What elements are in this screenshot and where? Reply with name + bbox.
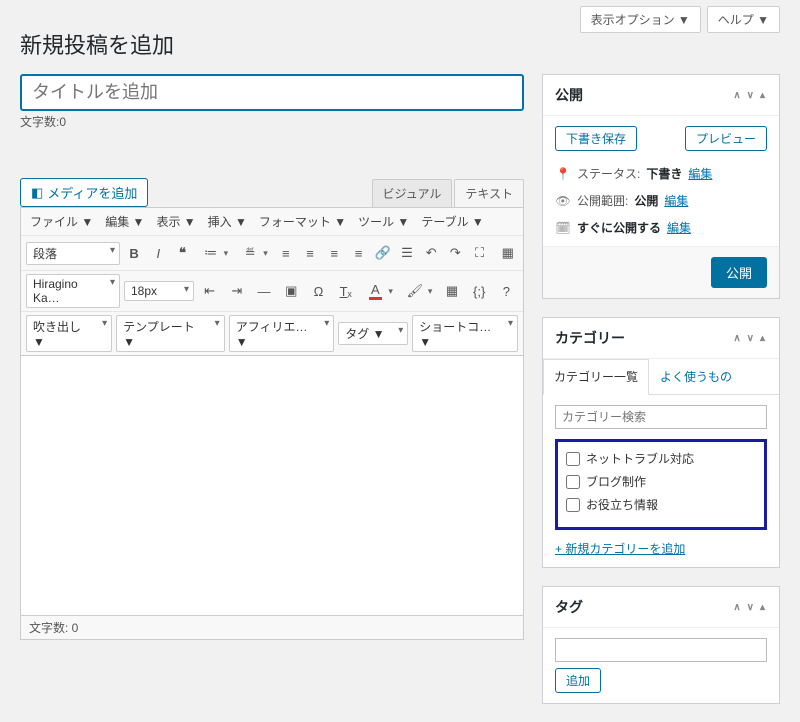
panel-toggle-icon[interactable]: ▴ bbox=[758, 88, 767, 103]
menu-tools[interactable]: ツール ▼ bbox=[354, 211, 413, 232]
word-count-top: 文字数:0 bbox=[20, 113, 524, 130]
shortcode-select[interactable]: ショートコ…▼ bbox=[412, 315, 518, 352]
format-select[interactable]: 段落 bbox=[26, 242, 120, 265]
category-item[interactable]: お役立ち情報 bbox=[566, 496, 756, 513]
category-label: お役立ち情報 bbox=[586, 496, 658, 513]
text-color-button[interactable]: A▾ bbox=[361, 277, 397, 305]
tag-add-button[interactable]: 追加 bbox=[555, 668, 601, 693]
link-button[interactable]: 🔗 bbox=[373, 240, 393, 266]
bg-color-button[interactable]: 🖌▾ bbox=[401, 277, 437, 305]
toolbar-toggle-button[interactable]: ▦ bbox=[498, 240, 518, 266]
panel-down-icon[interactable]: ∨ bbox=[745, 88, 756, 103]
panel-toggle-icon[interactable]: ▴ bbox=[758, 331, 767, 346]
category-label: ネットトラブル対応 bbox=[586, 450, 694, 467]
add-media-label: メディアを追加 bbox=[47, 183, 137, 202]
preview-button[interactable]: プレビュー bbox=[685, 126, 767, 151]
tag-select[interactable]: タグ ▼ bbox=[338, 322, 408, 345]
visibility-edit-link[interactable]: 編集 bbox=[664, 192, 688, 209]
tag-box: タグ ∧ ∨ ▴ 追加 bbox=[542, 586, 780, 704]
code-button[interactable]: {;} bbox=[468, 278, 491, 304]
panel-down-icon[interactable]: ∨ bbox=[745, 600, 756, 615]
category-search-input[interactable] bbox=[555, 405, 767, 429]
menu-edit[interactable]: 編集 ▼ bbox=[101, 211, 148, 232]
number-list-button[interactable]: ≝▾ bbox=[236, 239, 272, 267]
indent-button[interactable]: ⇥ bbox=[225, 278, 248, 304]
align-justify-button[interactable]: ≡ bbox=[348, 240, 368, 266]
tag-heading: タグ bbox=[555, 597, 583, 617]
image-button[interactable]: ▣ bbox=[280, 278, 303, 304]
bold-button[interactable]: B bbox=[124, 240, 144, 266]
add-media-button[interactable]: ◧ メディアを追加 bbox=[20, 178, 148, 207]
category-heading: カテゴリー bbox=[555, 328, 625, 348]
blockquote-button[interactable]: ❝ bbox=[172, 240, 192, 266]
editor-content[interactable] bbox=[20, 356, 524, 616]
outdent-button[interactable]: ⇤ bbox=[198, 278, 221, 304]
status-value: 下書き bbox=[646, 165, 682, 182]
screen-options-toggle[interactable]: 表示オプション ▼ bbox=[580, 6, 701, 33]
menu-file[interactable]: ファイル ▼ bbox=[26, 211, 97, 232]
category-checklist: ネットトラブル対応 ブログ制作 お役立ち情報 bbox=[555, 439, 767, 530]
status-edit-link[interactable]: 編集 bbox=[688, 165, 712, 182]
visibility-label: 公開範囲: bbox=[577, 192, 628, 209]
italic-button[interactable]: I bbox=[148, 240, 168, 266]
category-checkbox[interactable] bbox=[566, 498, 580, 512]
category-checkbox[interactable] bbox=[566, 452, 580, 466]
media-icon: ◧ bbox=[31, 185, 43, 201]
category-label: ブログ制作 bbox=[586, 473, 646, 490]
bullet-list-button[interactable]: ≔▾ bbox=[197, 239, 233, 267]
post-title-input[interactable] bbox=[20, 74, 524, 111]
panel-up-icon[interactable]: ∧ bbox=[731, 600, 742, 615]
hr-button[interactable]: — bbox=[252, 278, 275, 304]
category-item[interactable]: ネットトラブル対応 bbox=[566, 450, 756, 467]
redo-button[interactable]: ↷ bbox=[445, 240, 465, 266]
fullscreen-button[interactable]: ⛶ bbox=[469, 240, 489, 266]
font-select[interactable]: Hiragino Ka… bbox=[26, 274, 120, 308]
clear-format-button[interactable]: Tₓ bbox=[334, 278, 357, 304]
panel-toggle-icon[interactable]: ▴ bbox=[758, 600, 767, 615]
category-checkbox[interactable] bbox=[566, 475, 580, 489]
align-left-button[interactable]: ≡ bbox=[276, 240, 296, 266]
publish-button[interactable]: 公開 bbox=[711, 257, 767, 288]
pin-icon: 📍 bbox=[555, 167, 571, 181]
schedule-label: すぐに公開する bbox=[577, 219, 661, 236]
menu-insert[interactable]: 挿入 ▼ bbox=[204, 211, 251, 232]
save-draft-button[interactable]: 下書き保存 bbox=[555, 126, 637, 151]
panel-down-icon[interactable]: ∨ bbox=[745, 331, 756, 346]
cat-tab-most-used[interactable]: よく使うもの bbox=[649, 359, 743, 394]
tag-input[interactable] bbox=[555, 638, 767, 662]
editor-status-bar: 文字数: 0 bbox=[20, 616, 524, 640]
align-center-button[interactable]: ≡ bbox=[300, 240, 320, 266]
menu-view[interactable]: 表示 ▼ bbox=[152, 211, 199, 232]
panel-up-icon[interactable]: ∧ bbox=[731, 331, 742, 346]
tab-text[interactable]: テキスト bbox=[454, 179, 524, 207]
category-box: カテゴリー ∧ ∨ ▴ カテゴリー一覧 よく使うもの bbox=[542, 317, 780, 568]
template-select[interactable]: テンプレート ▼ bbox=[116, 315, 225, 352]
undo-button[interactable]: ↶ bbox=[421, 240, 441, 266]
publish-heading: 公開 bbox=[555, 85, 583, 105]
add-category-link[interactable]: + 新規カテゴリーを追加 bbox=[555, 542, 685, 556]
editor-toolbar: ファイル ▼ 編集 ▼ 表示 ▼ 挿入 ▼ フォーマット ▼ ツール ▼ テーブ… bbox=[20, 207, 524, 356]
help-toggle[interactable]: ヘルプ ▼ bbox=[707, 6, 780, 33]
balloon-select[interactable]: 吹き出し ▼ bbox=[26, 315, 112, 352]
help-button[interactable]: ? bbox=[495, 278, 518, 304]
special-char-button[interactable]: Ω bbox=[307, 278, 330, 304]
category-item[interactable]: ブログ制作 bbox=[566, 473, 756, 490]
tab-visual[interactable]: ビジュアル bbox=[372, 179, 453, 207]
font-size-select[interactable]: 18px bbox=[124, 281, 194, 301]
menu-format[interactable]: フォーマット ▼ bbox=[255, 211, 350, 232]
panel-up-icon[interactable]: ∧ bbox=[731, 88, 742, 103]
publish-box: 公開 ∧ ∨ ▴ 下書き保存 プレビュー 📍 ステータス: bbox=[542, 74, 780, 299]
status-label: ステータス: bbox=[577, 165, 640, 182]
table-button[interactable]: ▦ bbox=[440, 278, 463, 304]
schedule-edit-link[interactable]: 編集 bbox=[667, 219, 691, 236]
read-more-button[interactable]: ☰ bbox=[397, 240, 417, 266]
menu-table[interactable]: テーブル ▼ bbox=[417, 211, 488, 232]
align-right-button[interactable]: ≡ bbox=[324, 240, 344, 266]
calendar-icon: 🗓 bbox=[555, 221, 571, 235]
affiliate-select[interactable]: アフィリエ…▼ bbox=[229, 315, 335, 352]
visibility-value: 公開 bbox=[634, 192, 658, 209]
visibility-icon: 👁 bbox=[555, 194, 571, 208]
cat-tab-all[interactable]: カテゴリー一覧 bbox=[543, 359, 649, 395]
